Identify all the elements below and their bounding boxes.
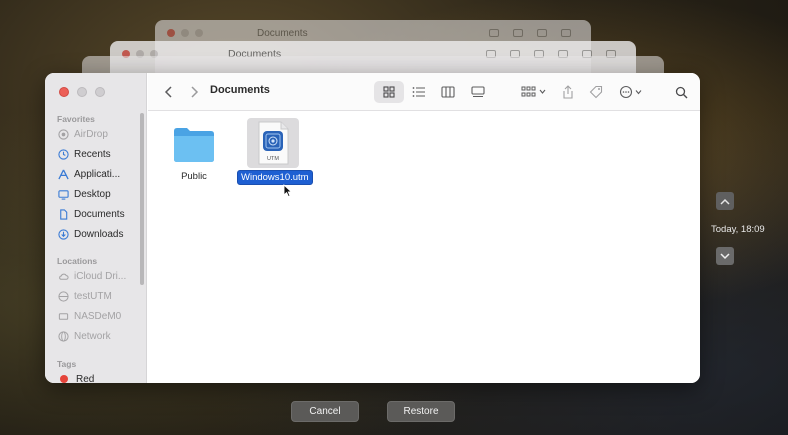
file-area: Public UTM Windows10.utm xyxy=(148,112,700,383)
close-button[interactable] xyxy=(59,87,69,97)
airdrop-icon xyxy=(58,128,69,140)
window-controls xyxy=(59,87,105,97)
back-button[interactable] xyxy=(160,83,176,101)
sidebar-item-recents[interactable]: Recents xyxy=(58,146,111,162)
sidebar-item-label: Recents xyxy=(74,148,111,160)
tag-icon xyxy=(589,85,603,99)
grid-icon xyxy=(383,86,395,98)
timeline-date-label: Today, 18:09 xyxy=(711,224,765,235)
utm-badge-label: UTM xyxy=(267,156,279,162)
file-name: Public xyxy=(181,171,207,182)
document-icon xyxy=(60,208,68,220)
sidebar: Favorites AirDrop Recents Applicati... D… xyxy=(45,73,147,383)
sidebar-item-downloads[interactable]: Downloads xyxy=(58,226,123,242)
group-by-button[interactable] xyxy=(520,83,548,101)
group-grid-icon xyxy=(521,86,546,97)
tags-button[interactable] xyxy=(588,83,604,101)
sidebar-item-applications[interactable]: Applicati... xyxy=(58,166,120,182)
tags-header: Tags xyxy=(57,359,77,369)
sidebar-scrollbar[interactable] xyxy=(140,113,144,285)
action-menu-button[interactable] xyxy=(618,83,646,101)
share-button[interactable] xyxy=(560,83,576,101)
sidebar-item-network[interactable]: Network xyxy=(58,328,111,344)
sidebar-item-label: iCloud Dri... xyxy=(74,270,127,282)
network-drive-icon xyxy=(58,312,69,320)
icon-view-button[interactable] xyxy=(381,83,397,101)
sidebar-item-label: Red xyxy=(76,373,95,384)
sidebar-item-icloud[interactable]: iCloud Dri... xyxy=(58,268,126,284)
window-title: Documents xyxy=(210,84,270,96)
sidebar-item-label: Applicati... xyxy=(74,168,121,180)
gallery-icon xyxy=(471,86,485,98)
toolbar: Documents xyxy=(148,73,700,111)
locations-header: Locations xyxy=(57,256,98,266)
cloud-icon xyxy=(59,273,69,280)
sidebar-item-label: Network xyxy=(74,330,111,342)
zoom-button[interactable] xyxy=(95,87,105,97)
search-icon xyxy=(675,86,687,98)
cancel-button[interactable]: Cancel xyxy=(291,401,359,422)
ellipsis-circle-icon xyxy=(619,85,642,99)
sidebar-item-label: AirDrop xyxy=(74,128,108,140)
timeline-up-button[interactable] xyxy=(716,192,734,210)
sidebar-item-label: Downloads xyxy=(74,228,124,240)
desktop-icon xyxy=(58,189,69,200)
download-icon xyxy=(58,228,69,240)
chevron-up-icon xyxy=(720,198,730,205)
file-name: Windows10.utm xyxy=(237,170,313,185)
mouse-pointer-icon xyxy=(283,184,293,198)
background-window-title: Documents xyxy=(257,27,308,39)
chevron-down-icon xyxy=(720,252,730,259)
column-view-button[interactable] xyxy=(440,83,456,101)
sidebar-item-nasdem0[interactable]: NASDeM0 xyxy=(58,308,121,324)
sidebar-item-testutm[interactable]: testUTM xyxy=(58,288,112,304)
sidebar-item-label: Documents xyxy=(74,208,125,220)
sidebar-item-label: testUTM xyxy=(74,290,112,302)
restore-button[interactable]: Restore xyxy=(387,401,455,422)
sidebar-item-label: Desktop xyxy=(74,188,111,200)
chevron-right-icon xyxy=(190,86,198,98)
sidebar-item-desktop[interactable]: Desktop xyxy=(58,186,111,202)
globe-icon xyxy=(58,330,69,342)
sidebar-item-label: NASDeM0 xyxy=(74,310,122,322)
columns-icon xyxy=(441,86,455,98)
minimize-button[interactable] xyxy=(77,87,87,97)
search-button[interactable] xyxy=(673,83,689,101)
folder-icon xyxy=(174,128,214,162)
finder-window: Favorites AirDrop Recents Applicati... D… xyxy=(45,73,700,383)
sidebar-item-tag-red[interactable]: Red xyxy=(58,371,94,383)
forward-button[interactable] xyxy=(186,83,202,101)
sidebar-item-documents[interactable]: Documents xyxy=(58,206,125,222)
applications-icon xyxy=(58,169,69,179)
favorites-header: Favorites xyxy=(57,114,95,124)
chevron-left-icon xyxy=(164,86,172,98)
network-drive-icon xyxy=(58,290,69,302)
gallery-view-button[interactable] xyxy=(470,83,486,101)
share-icon xyxy=(563,85,573,99)
list-icon xyxy=(412,87,425,97)
clock-icon xyxy=(58,148,69,160)
sidebar-item-airdrop[interactable]: AirDrop xyxy=(58,126,108,142)
red-tag-icon xyxy=(60,375,68,383)
timeline-down-button[interactable] xyxy=(716,247,734,265)
list-view-button[interactable] xyxy=(411,83,427,101)
